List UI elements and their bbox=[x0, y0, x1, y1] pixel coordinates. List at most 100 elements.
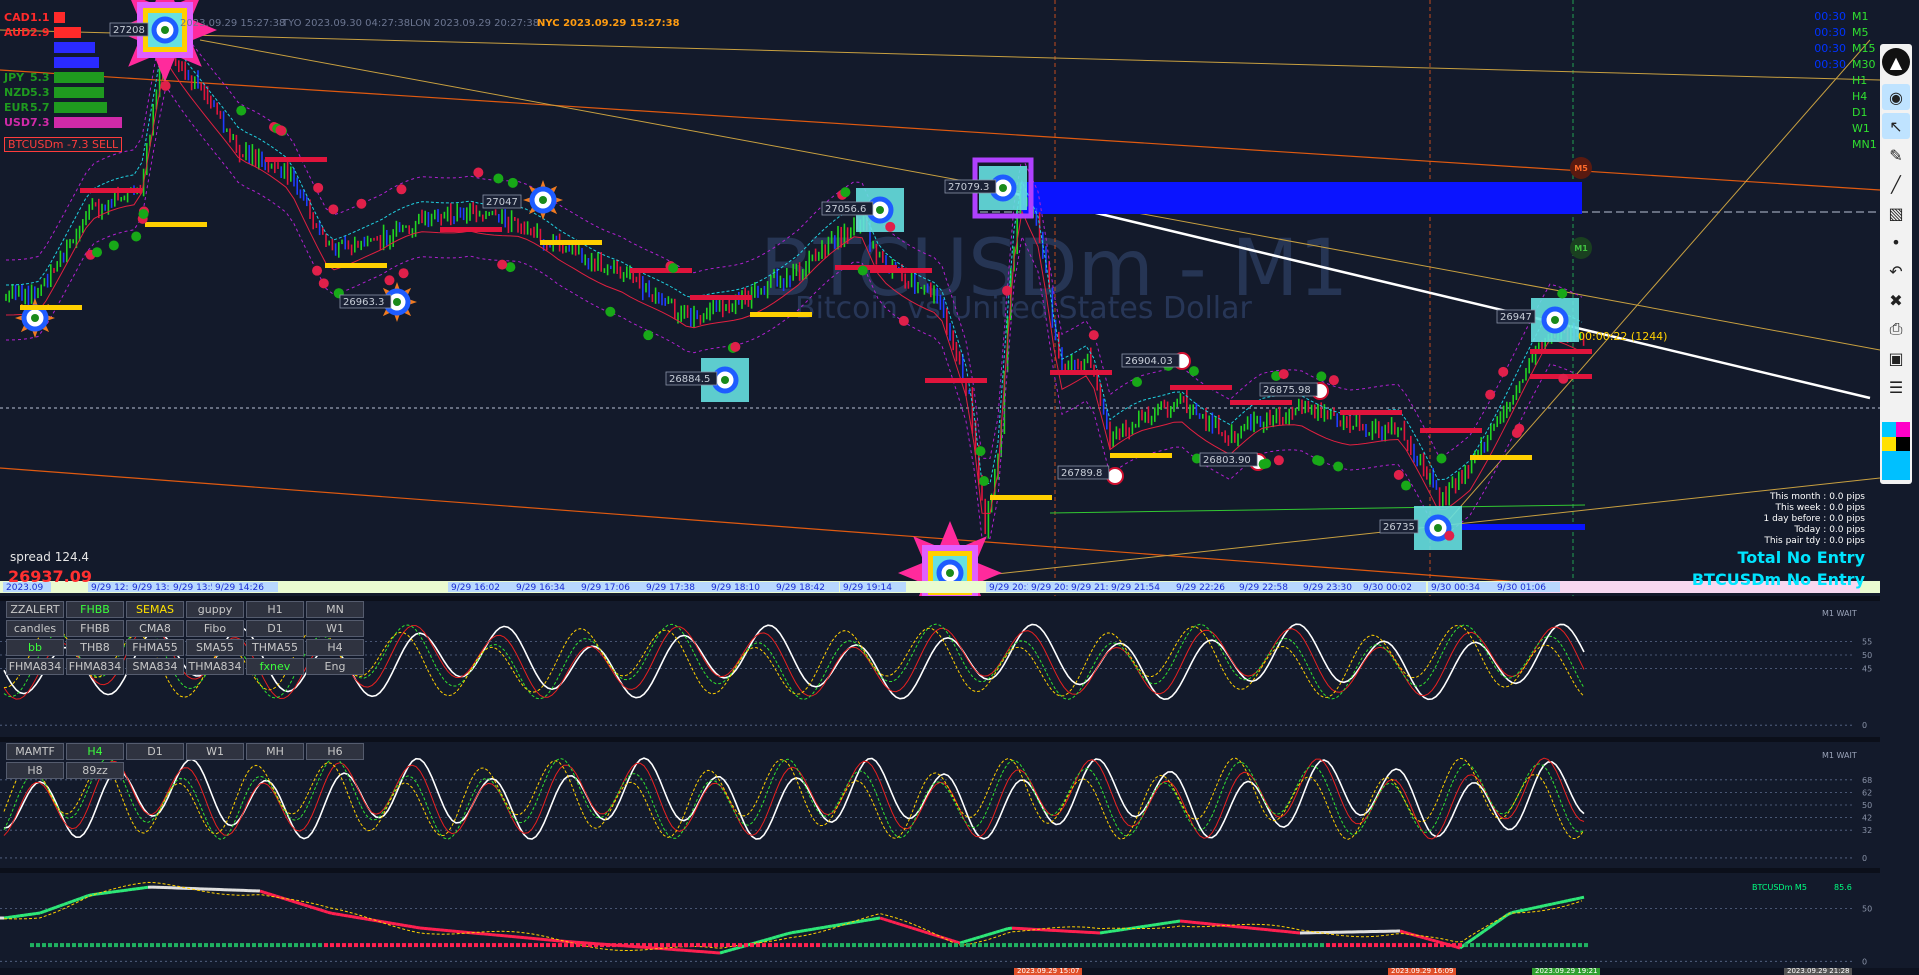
indicator-button-h8[interactable]: H8 bbox=[6, 762, 64, 779]
timeframe-row[interactable]: H1 bbox=[1790, 74, 1880, 90]
osc-segment bbox=[1531, 905, 1537, 910]
timeframe-row[interactable]: D1 bbox=[1790, 106, 1880, 122]
osc-histogram bbox=[570, 943, 574, 948]
osc-histogram bbox=[342, 943, 346, 948]
indicator-button-h4[interactable]: H4 bbox=[66, 743, 124, 760]
indicator-button-thb8[interactable]: THB8 bbox=[66, 639, 124, 656]
line-tool-icon[interactable]: ╱ bbox=[1882, 171, 1910, 197]
osc-segment bbox=[827, 924, 833, 929]
indicator-button-fhma55[interactable]: FHMA55 bbox=[126, 639, 184, 656]
signal-dot bbox=[1273, 455, 1284, 466]
indicator-button-fhbb[interactable]: FHBB bbox=[66, 601, 124, 618]
cursor-icon[interactable]: ↖ bbox=[1882, 113, 1910, 139]
price-label: 26947 bbox=[1496, 309, 1536, 324]
osc-segment bbox=[979, 934, 985, 939]
osc-histogram bbox=[42, 943, 46, 948]
clipboard-icon[interactable]: ☰ bbox=[1882, 374, 1910, 400]
indicator-button-d1[interactable]: D1 bbox=[246, 620, 304, 637]
brand-logo-icon[interactable]: ▲ bbox=[1882, 48, 1910, 76]
indicator-button-eng[interactable]: Eng bbox=[306, 658, 364, 675]
timeframe-row[interactable]: H4 bbox=[1790, 90, 1880, 106]
osc-histogram bbox=[690, 943, 694, 948]
osc-segment bbox=[1515, 909, 1521, 914]
color-swatch[interactable] bbox=[1896, 451, 1910, 466]
color-swatch[interactable] bbox=[1896, 465, 1910, 480]
indicator-button-guppy[interactable]: guppy bbox=[186, 601, 244, 618]
indicator-button-candles[interactable]: candles bbox=[6, 620, 64, 637]
dot-tool-icon[interactable]: • bbox=[1882, 229, 1910, 255]
indicator-button-fhbb[interactable]: FHBB bbox=[66, 620, 124, 637]
color-swatch[interactable] bbox=[1882, 422, 1896, 437]
osc-histogram bbox=[792, 943, 796, 948]
indicator-button-bb[interactable]: bb bbox=[6, 639, 64, 656]
indicator-button-sma834[interactable]: SMA834 bbox=[126, 658, 184, 675]
indicator-button-fibo[interactable]: Fibo bbox=[186, 620, 244, 637]
osc-segment bbox=[399, 923, 405, 927]
color-swatch[interactable] bbox=[1896, 422, 1910, 437]
osc-segment bbox=[931, 932, 937, 937]
indicator-button-h1[interactable]: H1 bbox=[246, 601, 304, 618]
color-swatch[interactable] bbox=[1896, 436, 1910, 451]
color-swatch[interactable] bbox=[1882, 451, 1896, 466]
svg-text:27047: 27047 bbox=[486, 197, 518, 208]
indicator-button-h6[interactable]: H6 bbox=[306, 743, 364, 760]
trash-icon[interactable]: ✖ bbox=[1882, 287, 1910, 313]
signal-dot bbox=[1088, 330, 1099, 341]
indicator-button-zzalert[interactable]: ZZALERT bbox=[6, 601, 64, 618]
indicator-button-fhma834[interactable]: FHMA834 bbox=[6, 658, 64, 675]
signal-dot bbox=[1393, 469, 1404, 480]
indicator-button-d1[interactable]: D1 bbox=[126, 743, 184, 760]
indicator-button-thma834[interactable]: THMA834 bbox=[186, 658, 244, 675]
indicator-button-thma55[interactable]: THMA55 bbox=[246, 639, 304, 656]
price-chart[interactable]: BTCUSDm - M1 Bitcoin vs United States Do… bbox=[0, 0, 1880, 600]
indicator-button-fxnev[interactable]: fxnev bbox=[246, 658, 304, 675]
indicator-button-89zz[interactable]: 89zz bbox=[66, 762, 124, 779]
osc-histogram bbox=[300, 943, 304, 948]
timeframe-row[interactable]: 00:30 M1 bbox=[1790, 10, 1880, 26]
osc-segment bbox=[343, 913, 349, 918]
color-palette[interactable] bbox=[1882, 422, 1910, 480]
indicator-button-mh[interactable]: MH bbox=[246, 743, 304, 760]
signal-dot bbox=[1278, 369, 1289, 380]
eye-icon[interactable]: ◉ bbox=[1882, 84, 1910, 110]
osc-histogram bbox=[1524, 943, 1528, 948]
osc-histogram bbox=[1350, 943, 1354, 948]
svg-text:27079.3: 27079.3 bbox=[948, 182, 989, 193]
indicator-button-semas[interactable]: SEMAS bbox=[126, 601, 184, 618]
osc-histogram bbox=[1326, 943, 1330, 948]
osc-histogram bbox=[834, 943, 838, 948]
color-swatch[interactable] bbox=[1882, 465, 1896, 480]
oscillator-panel-2[interactable]: 68 62 50 42 32 0 bbox=[0, 742, 1880, 868]
osc-segment bbox=[1423, 936, 1429, 941]
currency-name: NZD bbox=[4, 86, 31, 99]
timeframe-row[interactable]: 00:30 M5 bbox=[1790, 26, 1880, 42]
eraser-icon[interactable]: ▧ bbox=[1882, 200, 1910, 226]
countdown-label: 00:00:22 (1244) bbox=[1578, 330, 1668, 343]
color-swatch[interactable] bbox=[1882, 436, 1896, 451]
camera-icon[interactable]: ▣ bbox=[1882, 345, 1910, 371]
osc-histogram bbox=[984, 943, 988, 948]
timeframe-row[interactable]: 00:30 M15 bbox=[1790, 42, 1880, 58]
indicator-button-mamtf[interactable]: MAMTF bbox=[6, 743, 64, 760]
osc-segment bbox=[899, 922, 905, 927]
osc-histogram bbox=[642, 943, 646, 948]
undo-icon[interactable]: ↶ bbox=[1882, 258, 1910, 284]
indicator-button-h4[interactable]: H4 bbox=[306, 639, 364, 656]
osc-segment bbox=[795, 929, 801, 934]
svg-text:9/29 17:38: 9/29 17:38 bbox=[646, 583, 695, 593]
indicator-button-fhma834[interactable]: FHMA834 bbox=[66, 658, 124, 675]
indicator-button-sma55[interactable]: SMA55 bbox=[186, 639, 244, 656]
indicator-button-cma8[interactable]: CMA8 bbox=[126, 620, 184, 637]
osc-segment bbox=[1155, 922, 1161, 927]
osc-histogram bbox=[1092, 943, 1096, 948]
print-icon[interactable]: ⎙ bbox=[1882, 316, 1910, 342]
indicator-button-w1[interactable]: W1 bbox=[306, 620, 364, 637]
timeframe-row[interactable]: 00:30 M30 bbox=[1790, 58, 1880, 74]
timeframe-row[interactable]: W1 bbox=[1790, 122, 1880, 138]
pencil-icon[interactable]: ✎ bbox=[1882, 142, 1910, 168]
timeframe-row[interactable]: MN1 bbox=[1790, 138, 1880, 154]
indicator-button-mn[interactable]: MN bbox=[306, 601, 364, 618]
indicator-button-w1[interactable]: W1 bbox=[186, 743, 244, 760]
oscillator-panel-3[interactable]: 50 0 bbox=[0, 873, 1880, 969]
osc-segment bbox=[295, 900, 301, 906]
